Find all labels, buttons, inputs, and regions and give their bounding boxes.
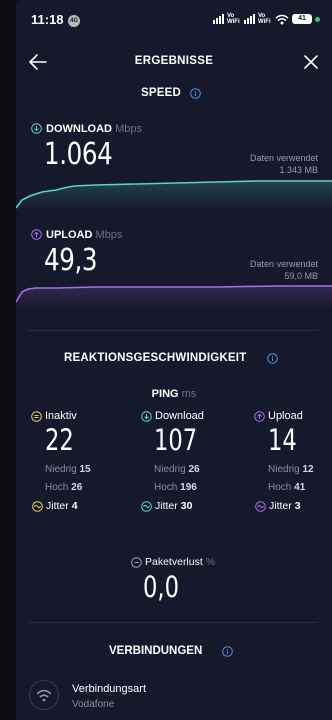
connections-section-title: VERBINDUNGEN (109, 645, 203, 657)
idle-icon (31, 410, 42, 422)
jitter-label: Jitter (155, 500, 178, 512)
download-label-text: DOWNLOAD (46, 123, 112, 135)
upload-label: UPLOAD Mbps (46, 229, 122, 241)
jitter-icon (255, 500, 266, 512)
packet-loss-icon (131, 556, 142, 568)
network-badge: 4G (68, 15, 80, 27)
ping-upload-label: Upload (254, 410, 303, 422)
reaction-section-title: REAKTIONSGESCHWINDIGKEIT (64, 352, 247, 364)
info-icon[interactable] (267, 353, 278, 364)
download-unit: Mbps (115, 123, 142, 135)
high-value: 41 (294, 482, 306, 493)
status-bar: 11:18 4G Vo WiFi Vo WiFi 41 (0, 0, 332, 36)
info-icon[interactable] (222, 646, 233, 657)
ping-download-label: Download (141, 410, 204, 422)
packet-loss-label: Paketverlust % (131, 556, 215, 568)
jitter-label: Jitter (269, 500, 292, 512)
download-graph (16, 180, 332, 210)
ping-label: PING (151, 388, 179, 400)
connection-type-value: Vodafone (72, 699, 115, 710)
upload-unit: Mbps (95, 229, 123, 241)
ping-idle-value: 22 (45, 423, 74, 457)
ping-upload-jitter: Jitter 3 (255, 500, 301, 512)
jitter-label: Jitter (46, 500, 69, 512)
ping-unit: ms (181, 388, 197, 400)
jitter-icon (141, 500, 152, 512)
low-label: Niedrig (154, 464, 186, 475)
jitter-icon (32, 500, 43, 512)
ping-idle-label: Inaktiv (31, 410, 77, 422)
wifi-icon (36, 689, 52, 702)
connection-type-icon (29, 680, 59, 710)
page-title: ERGEBNISSE (134, 55, 214, 67)
low-value: 26 (188, 464, 200, 475)
upload-label-text: UPLOAD (46, 229, 93, 241)
high-value: 196 (180, 482, 197, 493)
ping-download-low: Niedrig 26 (154, 464, 200, 475)
download-icon (141, 410, 152, 422)
vowifi-label: Vo WiFi (227, 13, 240, 25)
ping-idle-label-text: Inaktiv (45, 410, 77, 422)
ping-upload-low: Niedrig 12 (268, 464, 314, 475)
ping-upload-value: 14 (268, 423, 297, 457)
packet-loss-label-text: Paketverlust (145, 556, 203, 568)
privacy-indicator-icon (315, 16, 320, 22)
close-icon[interactable] (302, 53, 320, 71)
low-value: 15 (79, 464, 91, 475)
vowifi-label: Vo WiFi (258, 13, 271, 25)
status-icons: Vo WiFi Vo WiFi 41 (213, 12, 320, 26)
upload-icon (254, 410, 265, 422)
high-label: Hoch (268, 482, 292, 493)
ping-download-label-text: Download (155, 410, 204, 422)
battery-icon: 41 (292, 14, 312, 24)
upload-graph (16, 285, 332, 310)
ping-idle-low: Niedrig 15 (45, 464, 91, 475)
packet-loss-unit: % (205, 556, 216, 568)
connection-type-label: Verbindungsart (72, 683, 146, 695)
high-label: Hoch (45, 482, 69, 493)
ping-idle-jitter: Jitter 4 (32, 500, 78, 512)
signal-icon (244, 14, 255, 24)
low-value: 12 (302, 464, 314, 475)
ping-download-value: 107 (154, 423, 198, 457)
ping-upload-high: Hoch 41 (268, 482, 305, 493)
jitter-value: 30 (180, 500, 193, 512)
info-icon[interactable] (190, 88, 201, 99)
low-label: Niedrig (45, 464, 77, 475)
ping-download-jitter: Jitter 30 (141, 500, 192, 512)
high-value: 26 (71, 482, 83, 493)
download-icon (31, 123, 42, 134)
high-label: Hoch (154, 482, 178, 493)
ping-upload-label-text: Upload (268, 410, 303, 422)
wifi-icon (275, 14, 289, 24)
download-label: DOWNLOAD Mbps (46, 123, 142, 135)
download-data-caption: Daten verwendet (249, 153, 318, 163)
jitter-value: 3 (294, 500, 301, 512)
upload-icon (31, 229, 42, 240)
jitter-value: 4 (71, 500, 78, 512)
ping-idle-high: Hoch 26 (45, 482, 82, 493)
section-divider (28, 622, 318, 623)
low-label: Niedrig (268, 464, 300, 475)
signal-icon (213, 14, 224, 24)
speed-section-title: SPEED (141, 87, 181, 99)
upload-speed-value: 49,3 (44, 243, 98, 278)
section-divider (28, 330, 318, 331)
packet-loss-value: 0,0 (143, 570, 179, 604)
ping-title: PING ms (16, 388, 332, 400)
download-data-value: 1.343 MB (279, 165, 318, 175)
ping-download-high: Hoch 196 (154, 482, 197, 493)
upload-data-caption: Daten verwendet (249, 259, 318, 269)
download-speed-value: 1.064 (44, 137, 113, 172)
status-time: 11:18 (31, 12, 64, 27)
